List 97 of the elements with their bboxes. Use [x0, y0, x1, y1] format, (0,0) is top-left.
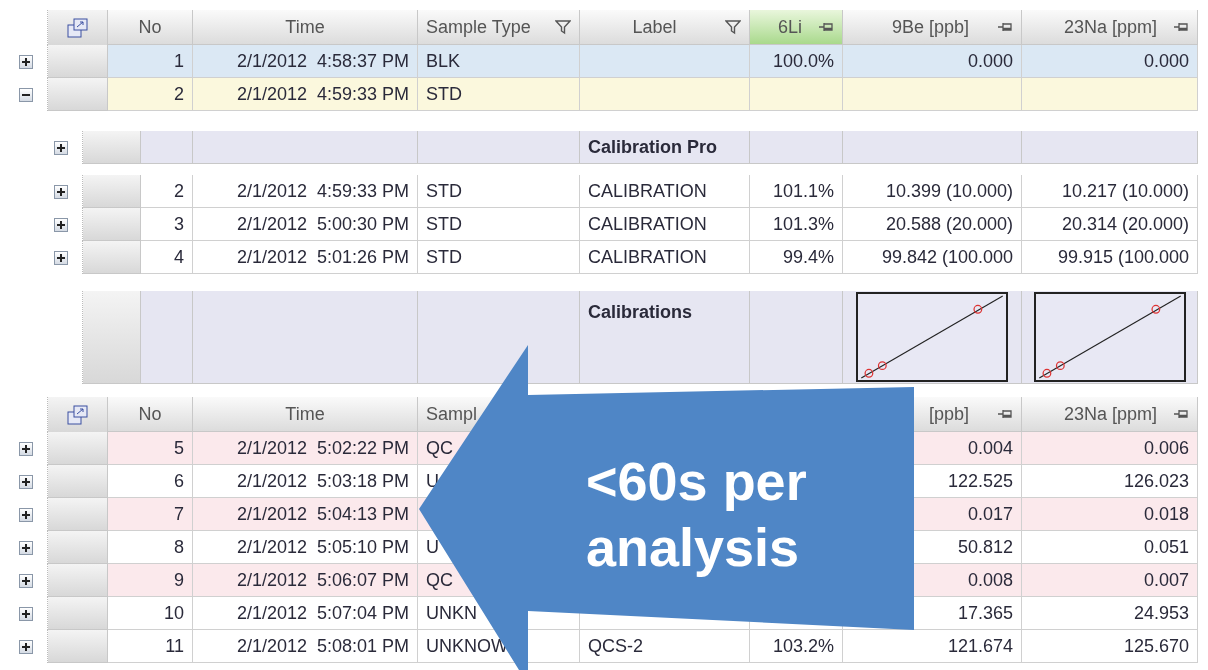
table-cell: 11 [108, 630, 193, 663]
table-cell: 5 [108, 432, 193, 465]
expand-button[interactable] [19, 54, 33, 69]
table-cell: 126.023 [1022, 465, 1198, 498]
column-chooser-button[interactable] [48, 10, 108, 45]
expand-button[interactable] [19, 639, 33, 654]
table-cell: 2/1/2012 5:03:18 PM [193, 465, 418, 498]
table-cell: 99.842 (100.000 [843, 241, 1022, 274]
pin-icon[interactable] [997, 21, 1013, 33]
expand-button[interactable] [19, 441, 33, 456]
table-cell: 10 [108, 597, 193, 630]
table-cell: 100.0% [750, 45, 843, 78]
table-cell: 3 [141, 208, 193, 241]
table-cell: QCS-2 [580, 630, 750, 663]
group-label: Calibration Pro [580, 131, 750, 164]
plus-icon [22, 510, 30, 519]
table-cell: 2/1/2012 5:07:04 PM [193, 597, 418, 630]
table-cell: 0.007 [1022, 564, 1198, 597]
table-cell: 10.217 (10.000) [1022, 175, 1198, 208]
plus-icon [22, 576, 30, 585]
pin-icon[interactable] [1173, 21, 1189, 33]
table-cell: 2/1/2012 5:00:30 PM [193, 208, 418, 241]
plus-icon [57, 143, 65, 152]
table-cell: 6 [108, 465, 193, 498]
table-cell: STD [418, 78, 580, 111]
plus-icon [22, 543, 30, 552]
table-cell: 2 [141, 175, 193, 208]
table-cell: 2/1/2012 4:59:33 PM [193, 175, 418, 208]
table-cell: 0.000 [1022, 45, 1198, 78]
table-cell: 2/1/2012 5:04:13 PM [193, 498, 418, 531]
table-cell: 101.1% [750, 175, 843, 208]
table-cell: 2/1/2012 5:08:01 PM [193, 630, 418, 663]
expand-button[interactable] [54, 184, 68, 199]
column-header[interactable]: Time [285, 400, 325, 428]
table-cell: 2/1/2012 5:05:10 PM [193, 531, 418, 564]
column-header[interactable]: [ppb] [928, 400, 969, 428]
table-cell: STD [418, 208, 580, 241]
expand-button[interactable] [54, 140, 68, 155]
group-cell [141, 131, 193, 164]
plus-icon [57, 253, 65, 262]
table-cell: 0.000 [843, 45, 1022, 78]
plus-icon [22, 444, 30, 453]
summary-label: Calibrations [580, 291, 750, 384]
expand-button[interactable] [19, 573, 33, 588]
pin-icon[interactable] [1173, 408, 1189, 420]
callout-text: <60s per analysis [586, 450, 808, 579]
table-cell: 99.4% [750, 241, 843, 274]
table-cell: BLK [418, 45, 580, 78]
table-cell: 103.2% [750, 630, 843, 663]
column-chooser-icon [66, 17, 89, 38]
plus-icon [22, 642, 30, 651]
table-cell: 125.670 [1022, 630, 1198, 663]
expand-button[interactable] [19, 507, 33, 522]
table-cell: 2/1/2012 4:59:33 PM [193, 78, 418, 111]
pin-icon[interactable] [997, 408, 1013, 420]
table-cell: 101.3% [750, 208, 843, 241]
table-cell: 0.018 [1022, 498, 1198, 531]
table-cell: 121.674 [843, 630, 1022, 663]
plus-icon [22, 609, 30, 618]
table-cell: 8 [108, 531, 193, 564]
plus-icon [22, 57, 30, 66]
table-cell: 7 [108, 498, 193, 531]
column-header[interactable]: Time [285, 13, 325, 41]
expand-button[interactable] [19, 606, 33, 621]
table-cell: 20.314 (20.000) [1022, 208, 1198, 241]
column-chooser-button[interactable] [48, 397, 108, 432]
table-cell: 2/1/2012 5:02:22 PM [193, 432, 418, 465]
table-cell: 20.588 (20.000) [843, 208, 1022, 241]
plus-icon [57, 220, 65, 229]
table-cell: 4 [141, 241, 193, 274]
table-cell: 99.915 (100.000 [1022, 241, 1198, 274]
table-cell: CALIBRATION [580, 208, 750, 241]
pin-icon[interactable] [818, 21, 834, 33]
plus-icon [57, 187, 65, 196]
table-cell: STD [418, 175, 580, 208]
filter-icon[interactable] [555, 19, 571, 35]
table-cell: 0.006 [1022, 432, 1198, 465]
table-cell: 2/1/2012 4:58:37 PM [193, 45, 418, 78]
expand-button[interactable] [19, 540, 33, 555]
table-cell: 9 [108, 564, 193, 597]
expand-button[interactable] [54, 217, 68, 232]
table-cell: 10.399 (10.000) [843, 175, 1022, 208]
table-cell: STD [418, 241, 580, 274]
table-cell: CALIBRATION [580, 241, 750, 274]
table-cell: 2 [108, 78, 193, 111]
filter-icon[interactable] [725, 19, 741, 35]
plus-icon [22, 477, 30, 486]
table-cell: 2/1/2012 5:06:07 PM [193, 564, 418, 597]
table-cell: CALIBRATION [580, 175, 750, 208]
table-cell: 24.953 [1022, 597, 1198, 630]
table-cell: 0.051 [1022, 531, 1198, 564]
expand-button[interactable] [19, 474, 33, 489]
collapse-button[interactable] [19, 87, 33, 102]
column-chooser-icon [66, 404, 89, 425]
expand-button[interactable] [54, 250, 68, 265]
table-cell: 2/1/2012 5:01:26 PM [193, 241, 418, 274]
table-cell: 1 [108, 45, 193, 78]
